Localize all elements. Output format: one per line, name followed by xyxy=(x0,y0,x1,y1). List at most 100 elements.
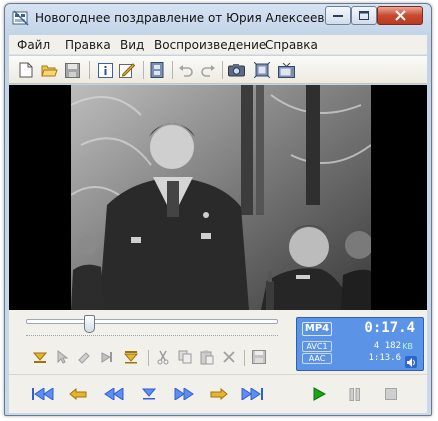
file-size: 4 182 xyxy=(373,341,401,351)
seek-thumb[interactable] xyxy=(84,315,95,333)
open-folder-icon xyxy=(40,65,58,77)
save-clip-button[interactable] xyxy=(250,348,268,366)
copy-icon xyxy=(178,350,192,364)
fit-frame-icon xyxy=(254,62,270,78)
stop-icon xyxy=(385,388,397,400)
rewind-icon xyxy=(104,388,124,400)
next-mark-button[interactable] xyxy=(207,385,231,403)
fit-frame-button[interactable] xyxy=(253,61,271,79)
film-button[interactable] xyxy=(148,61,166,79)
delete-button[interactable] xyxy=(220,348,238,366)
prev-mark-icon xyxy=(69,388,87,400)
save-button[interactable] xyxy=(63,61,81,79)
toolbar-divider xyxy=(222,61,223,79)
seek-tick-marks xyxy=(26,335,278,339)
new-file-button[interactable] xyxy=(17,61,35,79)
tv-button[interactable] xyxy=(277,61,295,79)
main-toolbar xyxy=(9,56,427,84)
info-button[interactable] xyxy=(96,61,114,79)
pause-button[interactable] xyxy=(343,385,367,403)
go-to-end-icon xyxy=(241,388,263,400)
minimize-icon xyxy=(333,14,343,17)
delete-icon xyxy=(223,351,235,363)
app-window: Новогоднее поздравление от Юрия Алексеев… xyxy=(4,3,432,416)
close-icon xyxy=(394,10,406,21)
mark-in-button[interactable] xyxy=(31,348,49,366)
window-title: Новогоднее поздравление от Юрия Алексеев… xyxy=(35,11,327,25)
edit-properties-button[interactable] xyxy=(118,61,136,79)
go-to-end-button[interactable] xyxy=(240,385,264,403)
mark-in-icon xyxy=(33,352,47,363)
mark-down-button[interactable] xyxy=(137,385,161,403)
video-viewport[interactable] xyxy=(9,85,427,310)
video-frame xyxy=(71,85,371,310)
seek-track[interactable] xyxy=(26,319,278,324)
snapshot-button[interactable] xyxy=(227,61,245,79)
mark-end-icon xyxy=(124,351,138,364)
next-mark-icon xyxy=(210,388,228,400)
menu-playback[interactable]: Воспроизведение xyxy=(154,38,266,52)
controls-panel: MP4 0:17.4 AVC1 AAC 4 182 KB 1:13.6 xyxy=(9,310,427,413)
mark-out-button[interactable] xyxy=(97,348,115,366)
mark-end-button[interactable] xyxy=(122,348,140,366)
fast-forward-icon xyxy=(174,388,194,400)
audio-codec-badge: AAC xyxy=(302,353,332,364)
paste-button[interactable] xyxy=(198,348,216,366)
rewind-button[interactable] xyxy=(102,385,126,403)
current-time: 0:17.4 xyxy=(364,320,415,336)
menu-bar: Файл Правка Вид Воспроизведение Справка xyxy=(9,35,427,55)
prev-mark-button[interactable] xyxy=(66,385,90,403)
eraser-icon xyxy=(78,352,90,364)
edit-properties-icon xyxy=(119,63,135,78)
container-badge: MP4 xyxy=(302,322,332,336)
open-folder-button[interactable] xyxy=(40,61,58,79)
undo-icon xyxy=(178,64,193,77)
maximize-button[interactable] xyxy=(351,6,377,25)
paste-icon xyxy=(200,350,214,364)
title-bar[interactable]: Новогоднее поздравление от Юрия Алексеев… xyxy=(5,4,431,33)
eraser-button[interactable] xyxy=(75,348,93,366)
select-arrow-button[interactable] xyxy=(53,348,71,366)
volume-button[interactable] xyxy=(405,356,417,368)
video-codec-badge: AVC1 xyxy=(302,341,332,352)
mark-down-icon xyxy=(142,388,156,400)
app-logo-icon xyxy=(12,9,30,27)
go-to-start-icon xyxy=(32,388,54,400)
video-frame-image xyxy=(71,85,371,310)
menu-edit[interactable]: Правка xyxy=(65,38,111,52)
snapshot-camera-icon xyxy=(227,64,245,77)
stop-button[interactable] xyxy=(379,385,403,403)
edit-divider xyxy=(148,350,149,366)
menu-file[interactable]: Файл xyxy=(17,38,50,52)
menu-help[interactable]: Справка xyxy=(265,38,318,52)
menu-view[interactable]: Вид xyxy=(120,38,144,52)
cut-button[interactable] xyxy=(154,348,172,366)
toolbar-divider xyxy=(143,61,144,79)
toolbar-divider xyxy=(89,61,90,79)
file-size-unit: KB xyxy=(402,342,413,351)
cut-icon xyxy=(157,350,169,364)
select-arrow-icon xyxy=(57,350,68,364)
toolbar-divider xyxy=(172,61,173,79)
close-button[interactable] xyxy=(377,6,423,25)
redo-icon xyxy=(200,64,215,77)
tv-icon xyxy=(277,62,295,78)
transport-bar xyxy=(9,374,427,410)
media-info-panel: MP4 0:17.4 AVC1 AAC 4 182 KB 1:13.6 xyxy=(296,317,424,371)
play-button[interactable] xyxy=(307,385,331,403)
pause-icon xyxy=(349,387,360,401)
film-icon xyxy=(150,62,164,78)
info-icon xyxy=(97,62,113,78)
maximize-icon xyxy=(359,11,369,20)
copy-button[interactable] xyxy=(176,348,194,366)
redo-button[interactable] xyxy=(199,61,217,79)
play-icon xyxy=(313,387,326,401)
undo-button[interactable] xyxy=(176,61,194,79)
speaker-icon xyxy=(406,357,415,367)
fast-forward-button[interactable] xyxy=(172,385,196,403)
save-clip-icon xyxy=(252,350,266,364)
go-to-start-button[interactable] xyxy=(31,385,55,403)
minimize-button[interactable] xyxy=(325,6,351,25)
save-icon xyxy=(64,62,80,78)
new-file-icon xyxy=(19,62,33,78)
